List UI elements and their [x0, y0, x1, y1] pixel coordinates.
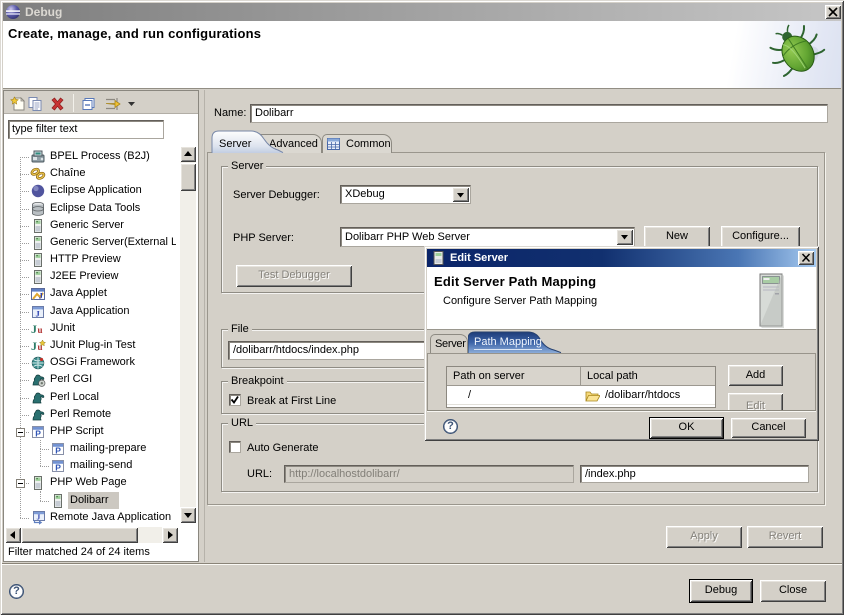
svg-text:P: P: [55, 445, 61, 455]
svg-text:u: u: [38, 325, 43, 335]
svg-text:J: J: [31, 339, 37, 353]
svg-text:P: P: [35, 428, 41, 438]
svg-text:J: J: [39, 291, 44, 301]
svg-text:J: J: [37, 513, 41, 522]
svg-text:P: P: [55, 462, 61, 472]
svg-text:J: J: [31, 322, 37, 336]
